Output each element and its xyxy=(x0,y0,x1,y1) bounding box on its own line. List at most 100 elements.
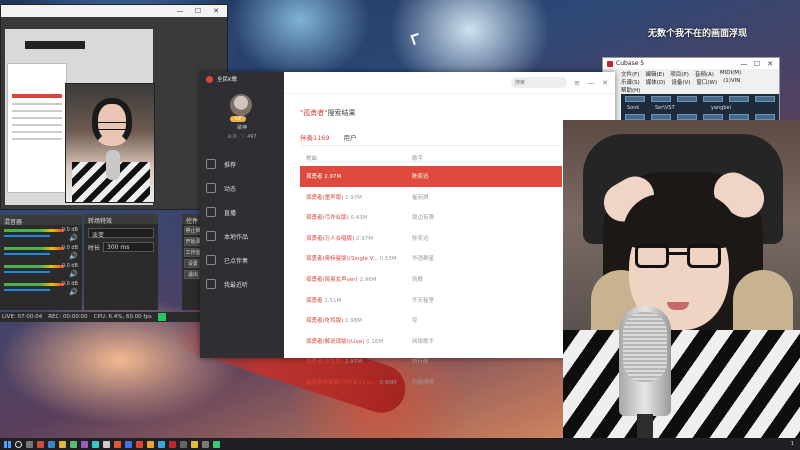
volume-slider[interactable] xyxy=(4,271,50,273)
track-cell[interactable] xyxy=(703,96,723,102)
sidebar-item-recommend[interactable]: 推荐 xyxy=(206,152,280,176)
speaker-icon[interactable]: 🔊 xyxy=(69,252,78,260)
close-icon[interactable]: ✕ xyxy=(765,60,775,68)
tab-users[interactable]: 用户 xyxy=(344,132,357,146)
music-app-icon[interactable] xyxy=(136,440,143,448)
user-stats: ⊙ 0 · ♡ 497 xyxy=(227,134,257,140)
volume-slider[interactable] xyxy=(4,253,50,255)
duration-input[interactable]: 300 ms xyxy=(103,242,154,252)
search-input[interactable] xyxy=(511,77,567,88)
sidebar-item-feed[interactable]: 动态 xyxy=(206,176,280,200)
app-icon[interactable] xyxy=(147,440,154,448)
app-icon[interactable] xyxy=(92,440,99,448)
menu-item[interactable]: 乐谱(S) xyxy=(621,78,640,86)
speaker-icon[interactable]: 🔊 xyxy=(69,270,78,278)
app-icon[interactable] xyxy=(202,440,209,448)
list-item[interactable]: 孤勇者(童声版) 2.97M 崔宛琪 xyxy=(300,187,562,208)
song-title: 孤勇者(解说现版)(Live) 0.16M xyxy=(306,338,384,345)
app-title: 全民K歌 xyxy=(217,77,238,83)
tab-accompaniment[interactable]: 伴奏1169 xyxy=(300,132,330,146)
volume-slider[interactable] xyxy=(4,235,50,237)
menu-item[interactable]: (1)VIN xyxy=(723,78,740,86)
song-size: 0.16M xyxy=(366,338,384,345)
minimize-icon[interactable]: — xyxy=(739,60,749,68)
app-icon[interactable] xyxy=(37,440,44,448)
search-title-suffix: 搜索结果 xyxy=(327,109,356,117)
track-cell[interactable] xyxy=(651,96,671,102)
minimize-icon[interactable]: — xyxy=(175,7,185,15)
menu-item[interactable]: 项目(P) xyxy=(670,70,689,78)
menu-item[interactable]: 设备(V) xyxy=(671,78,690,86)
search-keyword: "孤勇者" xyxy=(300,109,328,117)
sidebar-item-live[interactable]: 直播 xyxy=(206,200,280,224)
app-logo-icon xyxy=(206,75,213,83)
app-icon[interactable] xyxy=(48,440,55,448)
minimize-icon[interactable]: — xyxy=(587,79,595,87)
search-icon[interactable] xyxy=(15,440,22,448)
obs-titlebar: — ☐ ✕ xyxy=(1,5,227,17)
maximize-icon[interactable]: ☐ xyxy=(752,60,762,68)
close-icon[interactable]: ✕ xyxy=(601,79,609,87)
sidebar-item-downloads[interactable]: 已点伴奏 xyxy=(206,248,280,272)
list-item[interactable]: 孤勇者(吃鸡版) 2.98M 夸 xyxy=(300,310,562,331)
app-icon[interactable] xyxy=(125,440,132,448)
song-size: 2.97M xyxy=(345,359,363,366)
task-view-icon[interactable] xyxy=(26,440,33,448)
close-icon[interactable]: ✕ xyxy=(211,7,221,15)
app-icon[interactable] xyxy=(103,440,110,448)
list-item[interactable]: 孤勇者(万人合唱版) 2.97M 陈奕迅 xyxy=(300,228,562,249)
app-icon[interactable] xyxy=(70,440,77,448)
local-icon xyxy=(206,231,216,241)
speaker-icon[interactable]: 🔊 xyxy=(69,234,78,242)
rec-status: REC: 00:00:00 xyxy=(48,314,88,320)
list-item[interactable]: 孤勇者 2.51M 齐天秘室 xyxy=(300,290,562,311)
track-cell[interactable] xyxy=(625,96,645,102)
avatar[interactable] xyxy=(230,94,252,116)
sidebar-item-local[interactable]: 本地作品 xyxy=(206,224,280,248)
menu-item[interactable]: 帮助(H) xyxy=(621,86,640,94)
menu-item[interactable]: MIDI(M) xyxy=(720,70,741,78)
track-cell[interactable] xyxy=(755,96,775,102)
list-item[interactable]: 孤勇者(简易女声ver) 2.96M 凯歌 xyxy=(300,269,562,290)
list-item[interactable]: 孤勇者(弓作业版) 0.43M 周边有限 xyxy=(300,207,562,228)
list-item[interactable]: 孤勇者伴奏版(弓作业)(1.x)... 0.90M 尔酷嘀嘀 xyxy=(300,372,562,393)
menu-item[interactable]: 音频(A) xyxy=(695,70,714,78)
maximize-icon[interactable]: ☐ xyxy=(193,7,203,15)
app-icon[interactable] xyxy=(191,440,198,448)
song-title: 孤勇者(弓作业版) 0.43M xyxy=(306,215,368,222)
app-icon[interactable] xyxy=(81,440,88,448)
list-item[interactable]: 孤勇者(学生版) 2.97M 刘行政 xyxy=(300,351,562,372)
sidebar-item-recent[interactable]: 我最近听 xyxy=(206,272,280,296)
app-icon[interactable] xyxy=(213,440,220,448)
col-song: 歌曲 xyxy=(306,156,318,162)
folder-icon[interactable] xyxy=(59,440,66,448)
song-size: 0.90M xyxy=(379,379,397,386)
track-cell[interactable] xyxy=(677,96,697,102)
song-title: 孤勇者 2.51M xyxy=(306,297,342,304)
list-item[interactable]: 孤勇者(解说现版)(Live) 0.16M 网络歌手 xyxy=(300,331,562,352)
start-menu-icon[interactable] xyxy=(4,440,11,448)
menu-item[interactable]: 窗口(W) xyxy=(696,78,717,86)
tray-indicator[interactable]: 1 xyxy=(791,441,800,447)
user-name[interactable]: 歌神 xyxy=(200,124,284,131)
menu-item[interactable]: 文件(F) xyxy=(621,70,639,78)
obs-icon[interactable] xyxy=(180,440,187,448)
menu-icon[interactable]: ≡ xyxy=(573,79,581,87)
track-cell[interactable] xyxy=(729,96,749,102)
menu-item[interactable]: 编辑(E) xyxy=(645,70,664,78)
mixer-title: 混音器 xyxy=(0,215,82,226)
menu-item[interactable]: 媒体(D) xyxy=(646,78,666,86)
app-icon[interactable] xyxy=(158,440,165,448)
live-icon xyxy=(206,207,216,217)
transition-select[interactable]: 淡变 xyxy=(88,228,154,239)
db-readout: 0.0 dB xyxy=(61,281,78,287)
cubase-titlebar: Cubase 5 — ☐ ✕ xyxy=(603,58,779,69)
speaker-icon[interactable]: 🔊 xyxy=(69,288,78,296)
song-title: 孤勇者 2.97M xyxy=(306,174,342,180)
list-item[interactable]: 孤勇者 2.97M 陈奕迅 xyxy=(300,166,562,187)
cubase-icon[interactable] xyxy=(169,440,176,448)
volume-slider[interactable] xyxy=(4,289,50,291)
list-item[interactable]: 孤勇者(奥特曼版)(Single V... 0.53M 华语群星 xyxy=(300,248,562,269)
app-icon[interactable] xyxy=(114,440,121,448)
results-list: 孤勇者 2.97M 陈奕迅 孤勇者(童声版) 2.97M 崔宛琪 孤勇者(弓作业… xyxy=(300,166,562,393)
